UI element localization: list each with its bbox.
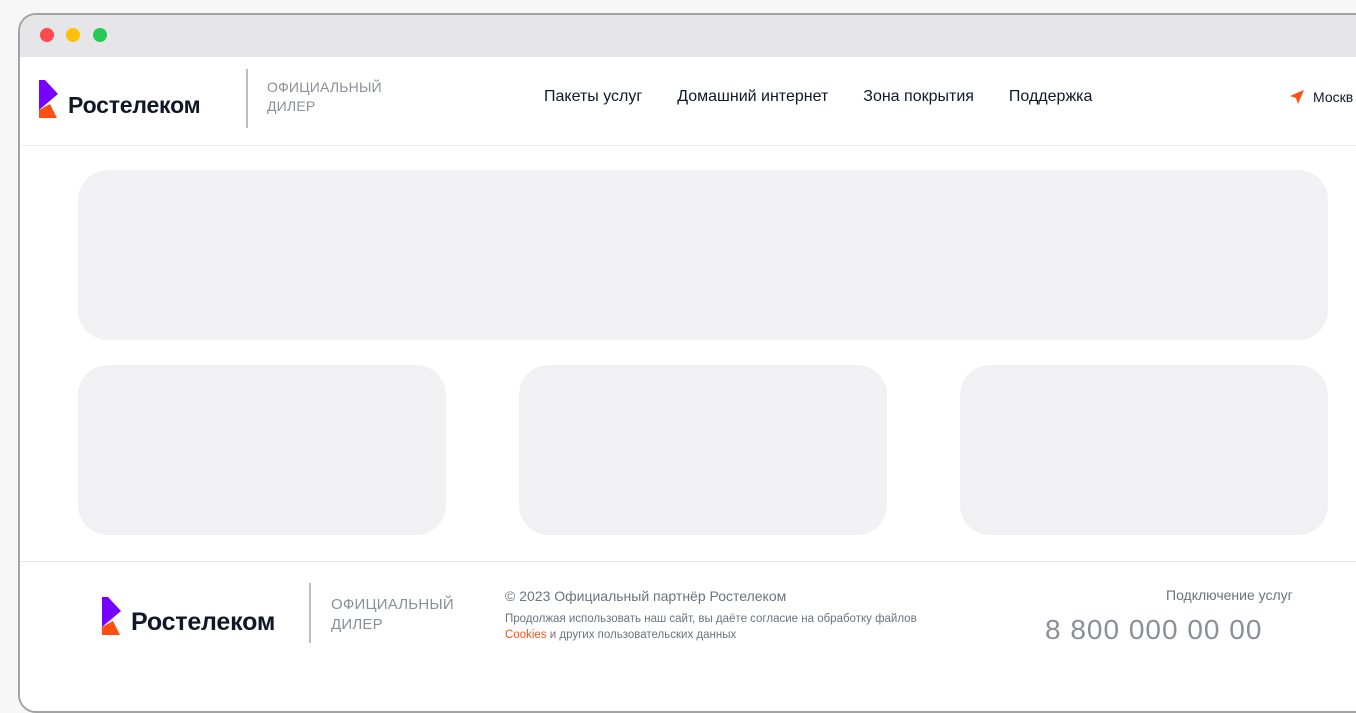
rostelecom-logo-icon	[102, 596, 121, 635]
dealer-line-1: ОФИЦИАЛЬНЫЙ	[267, 79, 382, 95]
site-header: Ростелеком ОФИЦИАЛЬНЫЙ ДИЛЕР Пакеты услу…	[20, 57, 1356, 146]
minimize-window-button[interactable]	[66, 28, 80, 42]
header-logo[interactable]: Ростелеком	[39, 78, 201, 119]
phone-number-link[interactable]: 8 800 000 00 00	[1045, 614, 1262, 646]
footer-dealer-line-1: ОФИЦИАЛЬНЫЙ	[331, 596, 454, 613]
header-dealer-label: ОФИЦИАЛЬНЫЙ ДИЛЕР	[267, 78, 407, 116]
site-footer: Ростелеком ОФИЦИАЛЬНЫЙ ДИЛЕР © 2023 Офиц…	[20, 561, 1356, 711]
footer-logo[interactable]: Ростелеком	[102, 594, 275, 637]
footer-logo-divider	[309, 583, 311, 643]
nav-support[interactable]: Поддержка	[1009, 88, 1092, 106]
consent-text-start: Продолжая использовать наш сайт, вы даёт…	[505, 613, 917, 625]
banner-placeholder	[78, 170, 1328, 340]
nav-home-internet[interactable]: Домашний интернет	[677, 88, 828, 106]
main-nav: Пакеты услуг Домашний интернет Зона покр…	[544, 88, 1127, 106]
consent-text-end: и других пользовательских данных	[546, 629, 737, 641]
city-selector[interactable]: Москв	[1290, 89, 1353, 105]
nav-packages[interactable]: Пакеты услуг	[544, 88, 642, 106]
footer-brand-name: Ростелеком	[131, 608, 276, 636]
dealer-line-2: ДИЛЕР	[267, 98, 316, 114]
card-placeholder-1	[78, 365, 446, 535]
rostelecom-logo-icon	[39, 79, 58, 118]
header-logo-divider	[246, 69, 248, 128]
window-titlebar	[20, 15, 1356, 57]
nav-coverage[interactable]: Зона покрытия	[863, 88, 974, 106]
footer-dealer-label: ОФИЦИАЛЬНЫЙ ДИЛЕР	[331, 595, 471, 635]
card-placeholder-3	[960, 365, 1328, 535]
header-brand-name: Ростелеком	[68, 92, 201, 118]
services-label: Подключение услуг	[1166, 587, 1293, 603]
card-placeholder-2	[519, 365, 887, 535]
cookies-link[interactable]: Cookies	[505, 629, 547, 641]
location-arrow-icon	[1290, 90, 1304, 104]
city-name: Москв	[1313, 89, 1354, 105]
browser-window: Ростелеком ОФИЦИАЛЬНЫЙ ДИЛЕР Пакеты услу…	[18, 13, 1356, 713]
close-window-button[interactable]	[40, 28, 54, 42]
maximize-window-button[interactable]	[93, 28, 107, 42]
footer-dealer-line-2: ДИЛЕР	[331, 616, 383, 633]
cookie-consent-text: Продолжая использовать наш сайт, вы даёт…	[505, 611, 985, 643]
copyright-text: © 2023 Официальный партнёр Ростелеком	[505, 588, 787, 604]
